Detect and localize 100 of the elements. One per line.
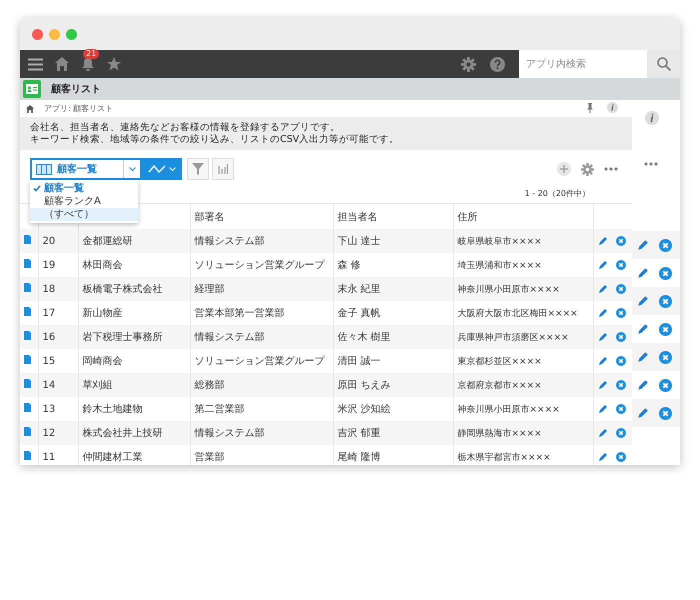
table-cell: 林田商会 [82,260,122,271]
home-icon[interactable] [55,57,69,71]
delete-icon[interactable] [659,378,672,392]
pencil-icon[interactable] [598,284,608,294]
view-menu-item[interactable]: 顧客一覧 [30,182,138,195]
star-icon[interactable] [107,57,121,71]
table-cell: 18 [42,284,56,294]
document-icon[interactable] [24,259,31,268]
table-icon [36,164,52,174]
pencil-icon[interactable] [598,236,608,246]
pencil-icon[interactable] [637,295,649,307]
delete-icon[interactable] [616,404,626,414]
pin-icon[interactable] [587,102,593,112]
document-icon[interactable] [24,355,31,364]
filter-button[interactable] [187,158,209,180]
delete-icon[interactable] [616,236,626,246]
table-cell: 総務部 [194,380,224,391]
pencil-icon[interactable] [637,351,649,363]
graph-button[interactable] [142,158,182,180]
settings-icon[interactable] [461,56,476,72]
table-cell: 14 [42,380,56,390]
delete-icon[interactable] [616,380,626,390]
pencil-icon[interactable] [637,239,649,251]
table-cell: 京都府京都市×××× [458,380,542,390]
menu-icon[interactable] [28,58,43,70]
table-cell: 末永 紀里 [338,284,381,295]
delete-icon[interactable] [616,452,626,462]
document-icon[interactable] [24,379,31,388]
table-cell: 20 [42,236,56,246]
view-select[interactable]: 顧客一覧 [30,158,142,180]
pencil-icon[interactable] [637,379,649,391]
delete-icon[interactable] [659,294,672,308]
pencil-icon[interactable] [598,332,608,342]
table-cell: 12 [42,428,56,438]
more-icon[interactable] [644,162,658,166]
pencil-icon[interactable] [598,404,608,414]
add-icon[interactable] [557,162,571,176]
delete-icon[interactable] [659,406,672,420]
view-menu-item[interactable]: 顧客ランクA [30,195,138,208]
settings-icon[interactable] [581,162,594,176]
table-cell: 兵庫県神戸市須磨区×××× [458,332,569,342]
delete-icon[interactable] [616,356,626,366]
delete-icon[interactable] [616,284,626,294]
document-icon[interactable] [24,283,31,292]
document-icon[interactable] [24,427,31,436]
table-cell: 情報システム部 [194,332,264,343]
table-cell: 尾崎 隆博 [338,452,381,463]
delete-icon[interactable] [659,266,672,280]
pencil-icon[interactable] [598,308,608,318]
document-icon[interactable] [24,451,31,460]
bar-chart-icon [218,164,228,174]
pencil-icon[interactable] [598,260,608,270]
table-cell: 15 [42,356,56,366]
delete-icon[interactable] [616,260,626,270]
delete-icon[interactable] [659,322,672,336]
view-menu-item[interactable]: （すべて） [30,208,138,221]
table-cell: 11 [42,452,56,462]
table-cell: 営業部 [194,452,224,463]
pencil-icon[interactable] [637,323,649,335]
delete-icon[interactable] [659,238,672,252]
chart-button[interactable] [212,158,234,180]
table-cell: 新山物産 [82,308,122,319]
caret-icon [128,167,136,171]
delete-icon[interactable] [616,332,626,342]
search-button[interactable] [647,50,680,78]
more-icon[interactable] [604,167,618,171]
pencil-icon[interactable] [637,407,649,419]
info-icon[interactable] [607,102,618,113]
column-header[interactable]: 住所 [458,212,478,222]
document-icon[interactable] [24,235,31,244]
close-icon[interactable] [32,28,43,40]
check-icon [33,185,41,192]
home-icon[interactable] [26,104,34,112]
help-icon[interactable] [490,56,505,72]
delete-icon[interactable] [659,350,672,364]
pencil-icon[interactable] [637,267,649,279]
column-header[interactable]: 部署名 [194,212,224,222]
table-cell: 岡崎商会 [82,356,122,367]
document-icon[interactable] [24,331,31,340]
document-icon[interactable] [24,307,31,316]
table-cell: 静岡県熱海市×××× [458,428,542,438]
table-cell: 東京都杉並区×××× [458,356,542,366]
maximize-icon[interactable] [66,28,77,40]
table-cell: 金都運総研 [82,236,132,247]
pencil-icon[interactable] [598,356,608,366]
delete-icon[interactable] [616,428,626,438]
pencil-icon[interactable] [598,452,608,462]
column-header[interactable]: 担当者名 [338,212,378,222]
document-icon[interactable] [24,403,31,412]
delete-icon[interactable] [616,308,626,318]
pencil-icon[interactable] [598,428,608,438]
bell-icon[interactable] [81,57,95,71]
table-cell: 草刈組 [82,380,112,391]
notification-badge: 21 [83,49,100,59]
search-field[interactable]: アプリ内検索 [519,50,647,78]
pencil-icon[interactable] [598,380,608,390]
breadcrumb-text[interactable]: アプリ: 顧客リスト [44,103,114,114]
info-icon[interactable] [645,111,659,125]
table-cell: 栃木県宇都宮市×××× [458,452,551,462]
pagination-text: 1 - 20（20件中） [524,188,590,199]
